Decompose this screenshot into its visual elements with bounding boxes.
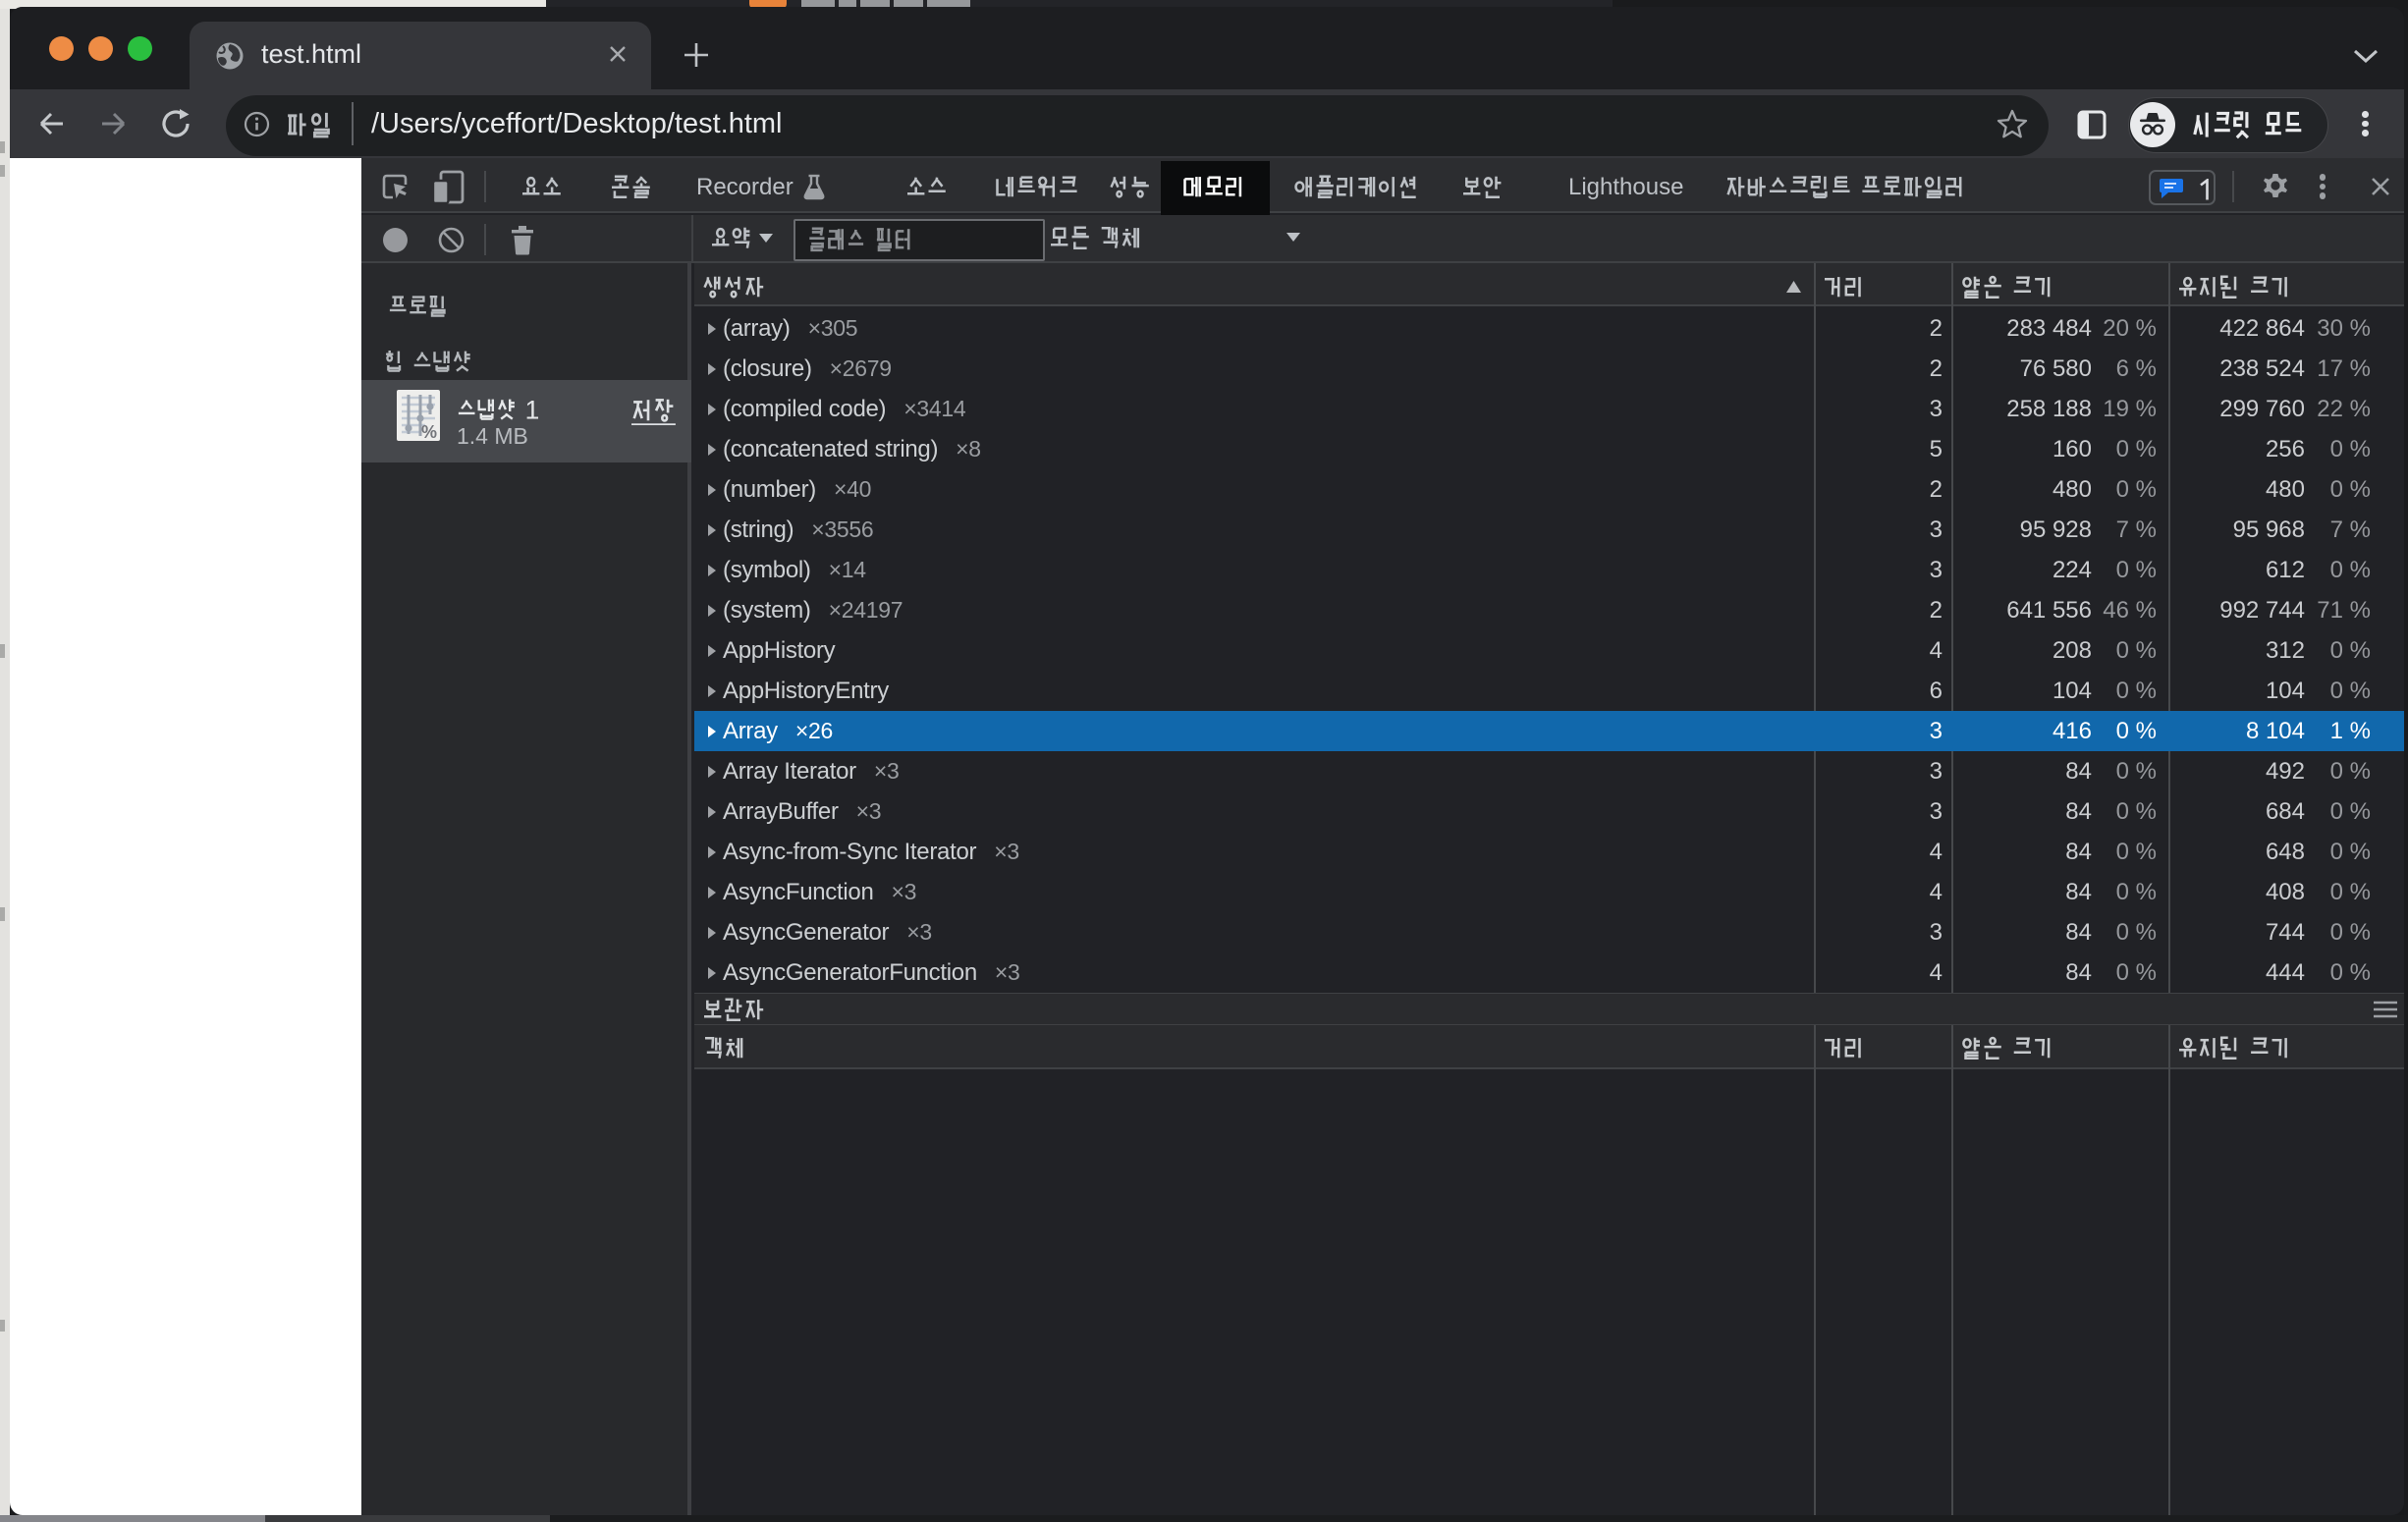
svg-text:%: % [421,422,437,441]
svg-text:1: 1 [525,398,540,423]
